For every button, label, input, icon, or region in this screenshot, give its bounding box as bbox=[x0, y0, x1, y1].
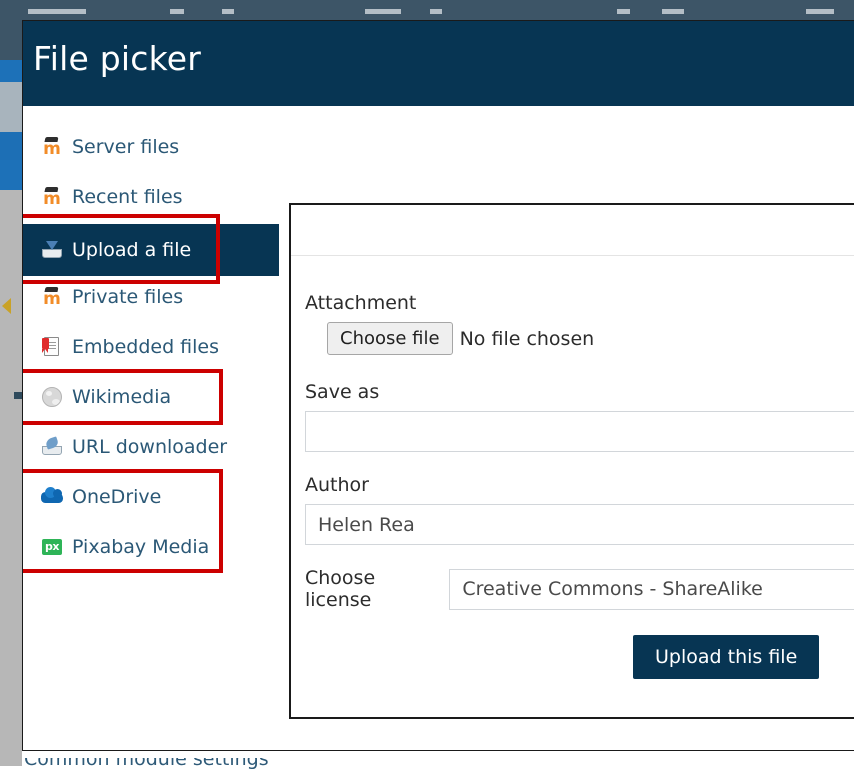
attachment-field-row: Choose file No file chosen bbox=[327, 322, 854, 355]
onedrive-cloud-icon bbox=[41, 486, 63, 508]
sidebar-item-label: OneDrive bbox=[72, 486, 162, 508]
pane-toolbar bbox=[291, 205, 854, 256]
repository-sidebar: m Server files m Recent files Upload a f… bbox=[23, 106, 289, 750]
background-nav-block bbox=[0, 132, 22, 160]
modal-header: File picker bbox=[23, 21, 854, 106]
background-section-heading-text: Common module settings bbox=[24, 758, 269, 770]
choose-license-label: Choose license bbox=[305, 567, 376, 611]
moodle-icon: m bbox=[43, 187, 61, 209]
sidebar-item-server-files[interactable]: m Server files bbox=[23, 128, 279, 166]
sidebar-item-label: Recent files bbox=[72, 186, 183, 208]
author-input[interactable] bbox=[305, 504, 854, 545]
sidebar-item-label: Private files bbox=[72, 286, 184, 308]
sidebar-item-label: Wikimedia bbox=[72, 386, 172, 408]
attachment-label: Attachment bbox=[305, 292, 417, 314]
sidebar-item-label: Upload a file bbox=[72, 239, 192, 261]
no-file-chosen-text: No file chosen bbox=[459, 327, 595, 350]
moodle-icon: m bbox=[43, 137, 61, 159]
page-root: Common module settings File picker m Ser… bbox=[0, 0, 854, 770]
sidebar-item-wikimedia[interactable]: Wikimedia bbox=[23, 378, 279, 416]
sidebar-item-recent-files[interactable]: m Recent files bbox=[23, 178, 279, 216]
moodle-icon: m bbox=[43, 287, 61, 309]
background-nav-block bbox=[0, 60, 22, 82]
upload-this-file-button[interactable]: Upload this file bbox=[633, 635, 820, 679]
pixabay-icon: px bbox=[41, 536, 63, 558]
document-icon bbox=[41, 336, 63, 358]
sidebar-item-onedrive[interactable]: OneDrive bbox=[23, 478, 279, 516]
upload-action-row: Upload this file bbox=[633, 635, 854, 679]
file-picker-pane: Attachment Choose file No file chosen Sa… bbox=[289, 203, 854, 719]
wikipedia-globe-icon bbox=[41, 386, 63, 408]
background-nav-block bbox=[0, 18, 22, 60]
url-download-icon bbox=[41, 436, 63, 458]
license-select[interactable]: Creative Commons - ShareAlike bbox=[449, 568, 854, 610]
sidebar-item-label: Pixabay Media bbox=[72, 536, 210, 558]
background-nav-block bbox=[0, 82, 22, 132]
license-field-row: Choose license Creative Commons - ShareA… bbox=[305, 567, 854, 611]
sidebar-item-upload-a-file[interactable]: Upload a file bbox=[23, 224, 279, 276]
upload-tray-icon bbox=[41, 239, 63, 261]
author-label: Author bbox=[305, 474, 369, 496]
background-section-heading: Common module settings bbox=[24, 758, 444, 770]
background-navbar bbox=[0, 0, 854, 22]
background-marker bbox=[14, 392, 22, 399]
background-nav-block bbox=[0, 160, 22, 190]
upload-form: Attachment Choose file No file chosen Sa… bbox=[291, 256, 854, 679]
sidebar-item-private-files[interactable]: m Private files bbox=[23, 278, 279, 316]
sidebar-item-label: Server files bbox=[72, 136, 180, 158]
sidebar-item-label: Embedded files bbox=[72, 336, 220, 358]
modal-footer-strip bbox=[23, 748, 854, 750]
sidebar-item-url-downloader[interactable]: URL downloader bbox=[23, 428, 279, 466]
file-picker-modal: File picker m Server files m Recent file… bbox=[22, 20, 854, 751]
sidebar-item-label: URL downloader bbox=[72, 436, 228, 458]
sidebar-item-pixabay-media[interactable]: px Pixabay Media bbox=[23, 528, 279, 566]
sidebar-item-embedded-files[interactable]: Embedded files bbox=[23, 328, 279, 366]
save-as-input[interactable] bbox=[305, 411, 854, 452]
save-as-label: Save as bbox=[305, 381, 380, 403]
page-title: File picker bbox=[33, 39, 201, 78]
choose-file-button[interactable]: Choose file bbox=[327, 322, 453, 355]
collapse-arrow-icon[interactable] bbox=[2, 298, 11, 314]
modal-body: m Server files m Recent files Upload a f… bbox=[23, 106, 854, 750]
